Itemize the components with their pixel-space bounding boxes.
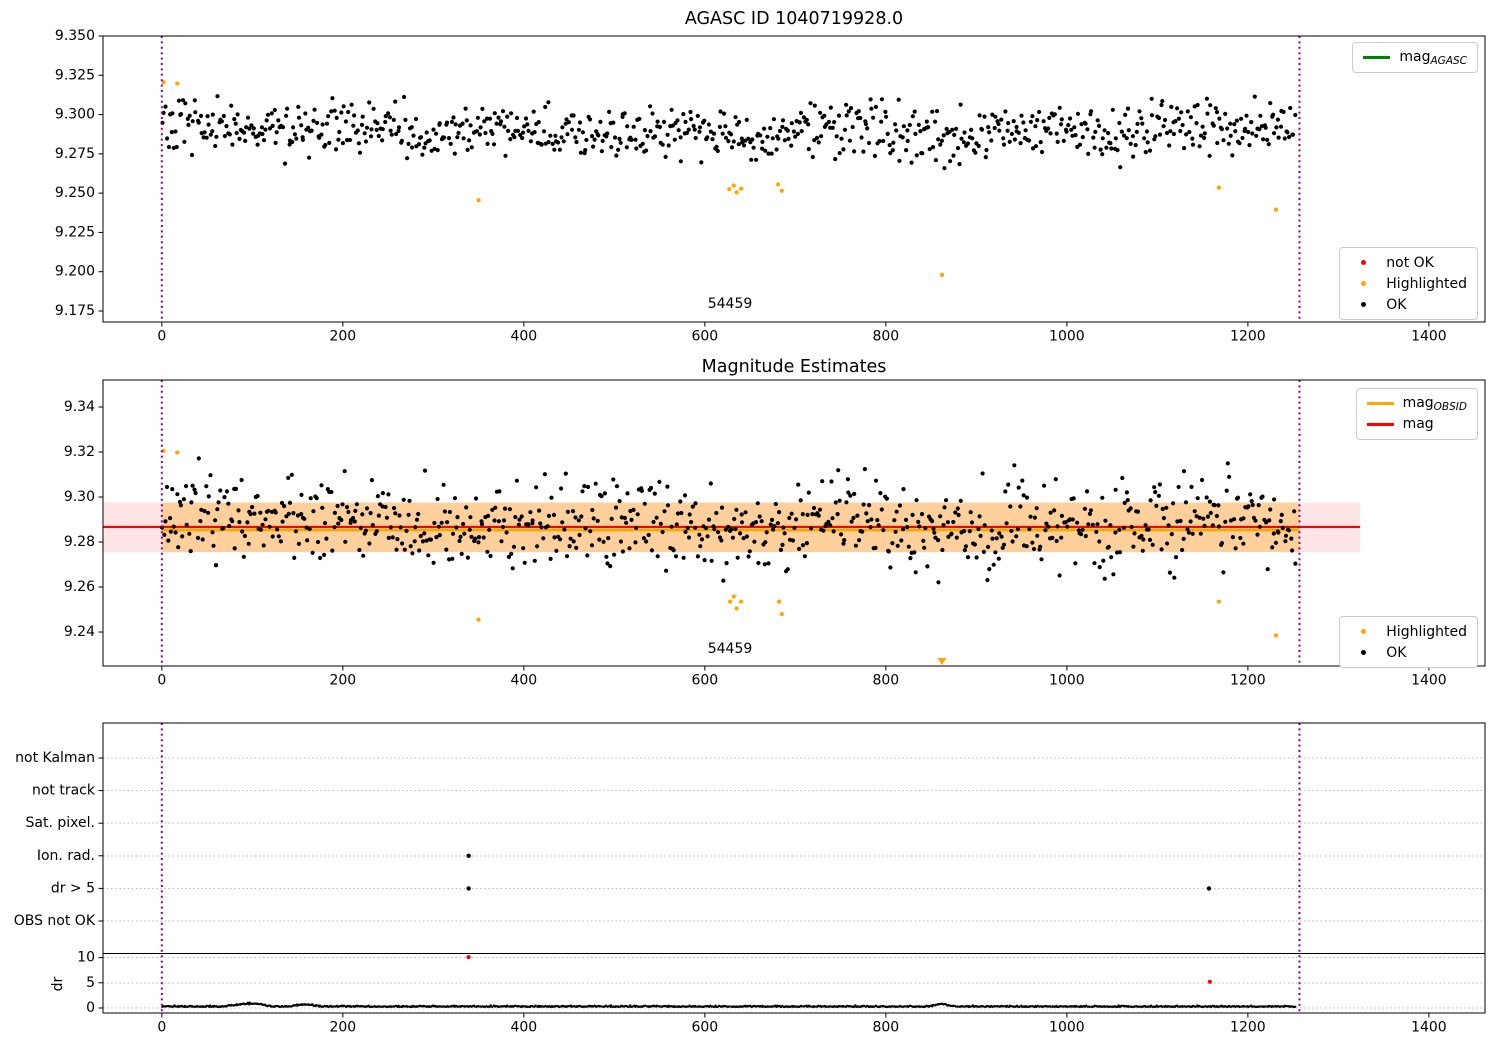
- legend-label: OK: [1386, 644, 1407, 661]
- legend-point-classes-top: not OK Highlighted OK: [1339, 247, 1478, 320]
- svg-text:400: 400: [510, 1020, 537, 1036]
- svg-text:0: 0: [157, 329, 166, 345]
- legend-mag-lines: magOBSID mag: [1355, 388, 1478, 440]
- legend-label: magOBSID: [1402, 394, 1467, 413]
- figure: 0 200 400 600 800 1000 1200 1400 9.175 9.200 9.225…: [0, 0, 1500, 1050]
- mag-obsid-line-swatch-icon: [1366, 402, 1394, 405]
- svg-text:not track: not track: [32, 783, 96, 799]
- svg-text:400: 400: [510, 673, 537, 689]
- svg-text:0: 0: [157, 1020, 166, 1036]
- svg-text:9.30: 9.30: [64, 489, 95, 505]
- legend-item-mag: mag: [1366, 414, 1467, 435]
- svg-text:9.28: 9.28: [64, 534, 95, 550]
- svg-text:5: 5: [86, 975, 95, 991]
- legend-label: OK: [1386, 296, 1407, 313]
- legend-mag-agasc: magAGASC: [1352, 42, 1478, 73]
- svg-text:9.34: 9.34: [64, 399, 95, 415]
- svg-text:800: 800: [872, 1020, 899, 1036]
- svg-text:10: 10: [77, 950, 95, 966]
- y-ticks: 9.175 9.200 9.225 9.250 9.275 9.300 9.325 9.350: [55, 28, 103, 319]
- svg-text:200: 200: [329, 1020, 356, 1036]
- legend-item-mag-agasc: magAGASC: [1363, 47, 1467, 68]
- svg-text:9.26: 9.26: [64, 579, 95, 595]
- x-ticks: 0 200 400 600 800 1000 1200 1400: [157, 666, 1447, 689]
- clipped-point-triangle-down-icon: [937, 658, 947, 665]
- svg-text:1200: 1200: [1230, 1020, 1266, 1036]
- legend-item-highlighted: Highlighted: [1350, 621, 1467, 642]
- legend-label: mag: [1402, 415, 1434, 432]
- svg-text:0: 0: [157, 673, 166, 689]
- grid: [103, 757, 1485, 1009]
- legend-item-ok: OK: [1350, 294, 1467, 315]
- legend-item-not-ok: not OK: [1350, 252, 1467, 273]
- svg-text:200: 200: [329, 673, 356, 689]
- svg-text:9.350: 9.350: [55, 28, 95, 44]
- svg-text:dr > 5: dr > 5: [51, 880, 95, 896]
- dr-not-ok-points: [466, 954, 1212, 984]
- svg-text:1000: 1000: [1049, 329, 1085, 345]
- mag-line-swatch-icon: [1366, 423, 1394, 426]
- highlighted-dot-icon: [1350, 629, 1377, 634]
- x-ticks: 0 200 400 600 800 1000 1200 1400: [157, 1013, 1447, 1036]
- dr-series: [161, 1001, 1297, 1009]
- axes-1: 0 200 400 600 800 1000 1200 1400 9.24 9.26 9.28 9.3…: [64, 379, 1486, 689]
- legend-item-mag-obsid: magOBSID: [1366, 393, 1467, 414]
- obsid-vlines: [160, 36, 1301, 322]
- y-ticks: 9.24 9.26 9.28 9.30 9.32 9.34: [64, 399, 103, 640]
- svg-text:800: 800: [872, 673, 899, 689]
- legend-label: magAGASC: [1399, 48, 1467, 67]
- dr-axis-label: dr: [50, 976, 66, 992]
- flag-points: [466, 853, 1212, 891]
- not-ok-dot-icon: [1350, 260, 1377, 265]
- svg-text:200: 200: [329, 329, 356, 345]
- ok-dot-icon: [1350, 650, 1377, 655]
- obsid-annotation-middle: 54459: [707, 641, 753, 657]
- svg-text:1000: 1000: [1049, 673, 1085, 689]
- mag-agasc-line-swatch-icon: [1363, 56, 1391, 59]
- svg-text:600: 600: [691, 673, 718, 689]
- svg-text:600: 600: [691, 1020, 718, 1036]
- svg-text:not Kalman: not Kalman: [15, 750, 95, 766]
- legend-item-ok: OK: [1350, 642, 1467, 663]
- highlighted-dot-icon: [1350, 281, 1377, 286]
- legend-label: not OK: [1386, 254, 1434, 271]
- svg-text:1400: 1400: [1411, 673, 1447, 689]
- legend-item-highlighted: Highlighted: [1350, 273, 1467, 294]
- svg-text:1000: 1000: [1049, 1020, 1085, 1036]
- svg-text:OBS not OK: OBS not OK: [14, 913, 96, 929]
- obsid-vlines: [160, 723, 1301, 1013]
- svg-text:1400: 1400: [1411, 1020, 1447, 1036]
- ok-points: [160, 94, 1298, 171]
- svg-text:Sat. pixel.: Sat. pixel.: [26, 815, 95, 831]
- svg-text:0: 0: [86, 1000, 95, 1016]
- legend-label: Highlighted: [1386, 275, 1467, 292]
- svg-text:Ion. rad.: Ion. rad.: [37, 848, 95, 864]
- svg-text:9.200: 9.200: [55, 264, 95, 280]
- legend-label: Highlighted: [1386, 623, 1467, 640]
- svg-text:600: 600: [691, 329, 718, 345]
- x-ticks: 0 200 400 600 800 1000 1200 1400: [157, 322, 1447, 345]
- plots-canvas: 0 200 400 600 800 1000 1200 14009.1759.2009.225…: [14, 28, 1486, 1036]
- svg-text:9.175: 9.175: [55, 303, 95, 319]
- axes-0: 0 200 400 600 800 1000 1200 1400 9.175 9.200 9.225…: [55, 28, 1486, 345]
- plot-title-agasc: AGASC ID 1040719928.0: [684, 9, 904, 29]
- svg-text:400: 400: [510, 329, 537, 345]
- svg-text:9.250: 9.250: [55, 185, 95, 201]
- obsid-annotation-top: 54459: [707, 296, 753, 312]
- svg-text:9.32: 9.32: [64, 444, 95, 460]
- axes-2: not Kalman not track Sat. pixel. Ion. rad. d…: [14, 722, 1486, 1036]
- svg-text:1200: 1200: [1230, 673, 1266, 689]
- svg-text:9.325: 9.325: [55, 67, 95, 83]
- svg-text:9.24: 9.24: [64, 624, 95, 640]
- plot-title-magnitude-estimates: Magnitude Estimates: [701, 357, 887, 377]
- ok-dot-icon: [1350, 302, 1377, 307]
- svg-text:9.300: 9.300: [55, 107, 95, 123]
- svg-text:800: 800: [872, 329, 899, 345]
- svg-text:9.225: 9.225: [55, 224, 95, 240]
- legend-point-classes-middle: Highlighted OK: [1339, 616, 1478, 668]
- svg-text:9.275: 9.275: [55, 146, 95, 162]
- svg-text:1400: 1400: [1411, 329, 1447, 345]
- svg-text:1200: 1200: [1230, 329, 1266, 345]
